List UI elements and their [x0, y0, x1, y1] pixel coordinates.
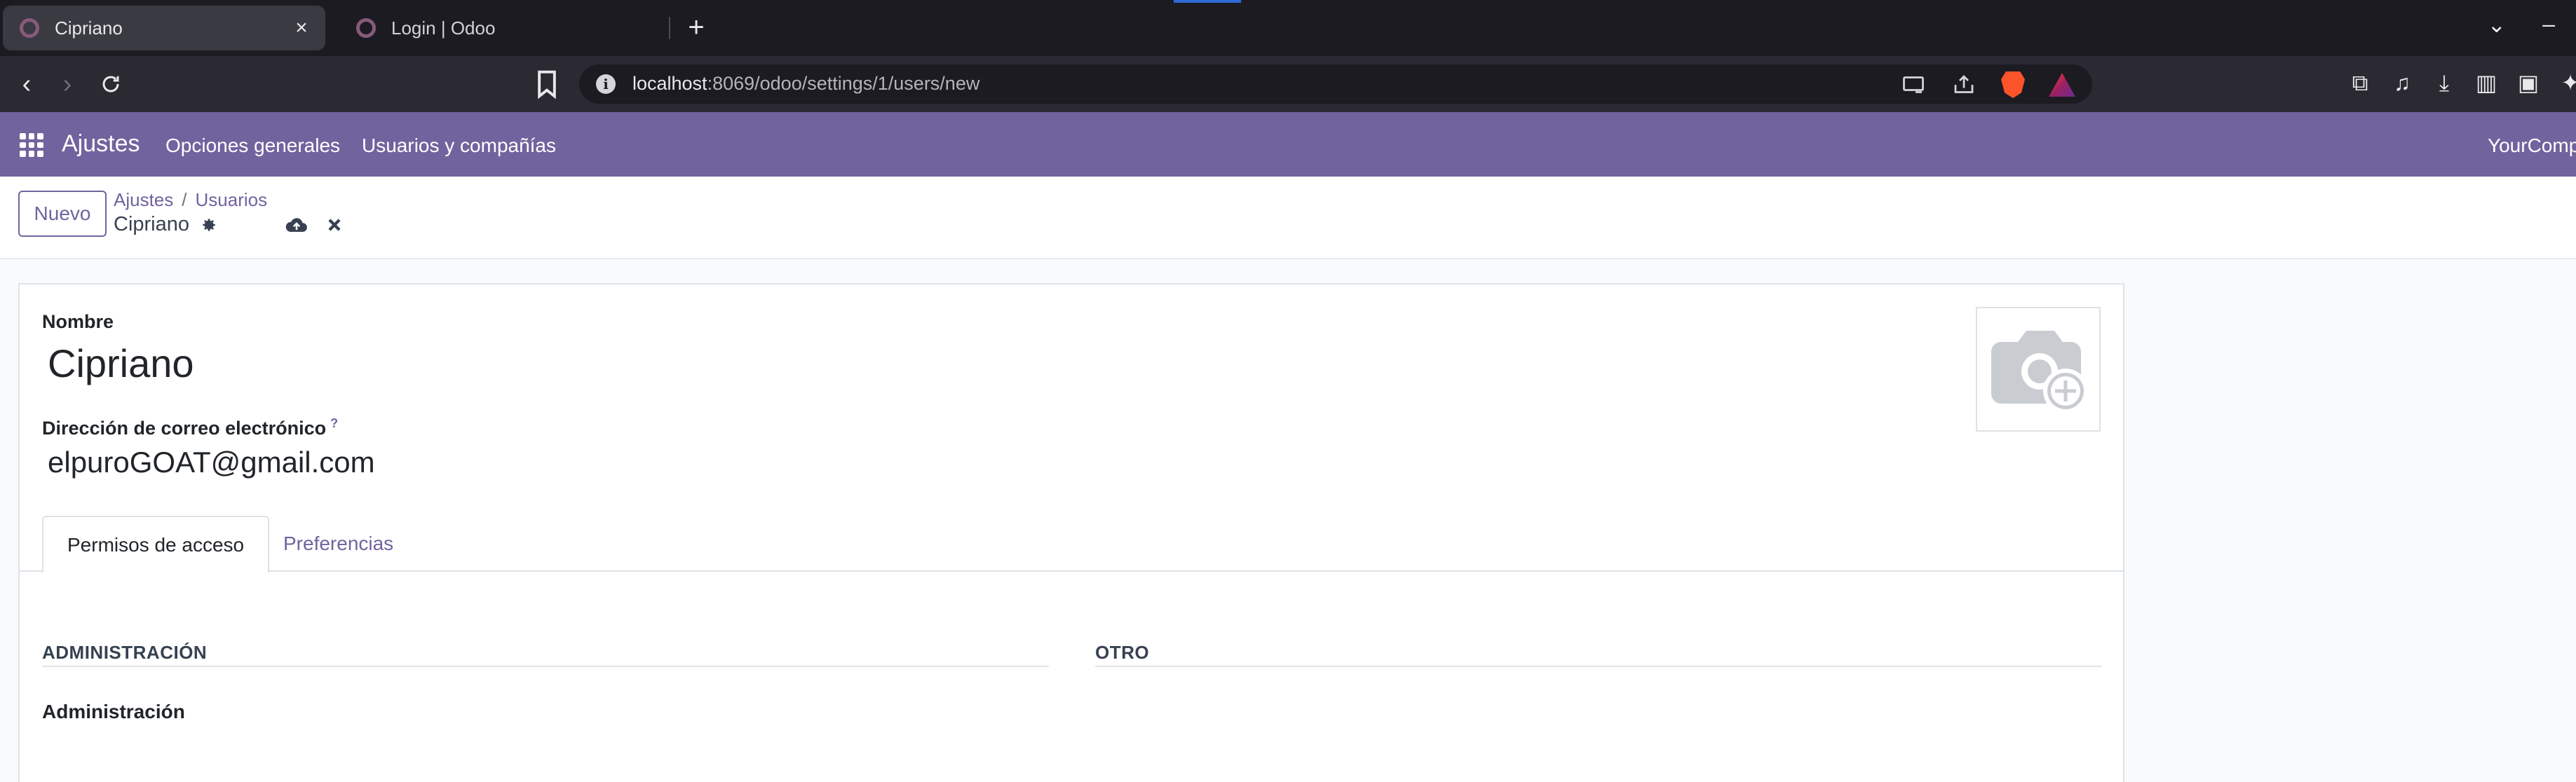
camera-plus-icon [1991, 331, 2088, 413]
browser-tab-title: Cipriano [55, 17, 123, 39]
cast-icon[interactable] [1900, 72, 1927, 97]
loading-indicator [1174, 0, 1241, 3]
apps-grid-icon[interactable] [20, 133, 43, 157]
email-label: Dirección de correo electrónico? [42, 416, 338, 439]
breadcrumb: Ajustes / Usuarios [114, 189, 267, 211]
cloud-upload-icon[interactable] [285, 214, 309, 235]
extension-icons: ⧉ ♫ ⤓ ▥ ▣ ✦ [2347, 69, 2576, 97]
name-label: Nombre [42, 311, 114, 332]
close-tab-icon[interactable]: × [287, 16, 316, 40]
breadcrumb-usuarios[interactable]: Usuarios [196, 189, 268, 210]
address-bar-actions [1900, 71, 2075, 98]
section-title-administracion: ADMINISTRACIÓN [42, 642, 208, 663]
record-name: Cipriano [114, 213, 189, 235]
share-icon[interactable] [1951, 72, 1977, 97]
browser-tab-login[interactable]: Login | Odoo [339, 6, 669, 50]
close-icon[interactable] [323, 214, 346, 235]
menu-usuarios-y-companias[interactable]: Usuarios y compañías [362, 135, 556, 157]
gear-icon[interactable] [199, 216, 217, 234]
current-record: Cipriano [114, 213, 217, 236]
browser-tab-strip: Cipriano × Login | Odoo + ⌄ – [0, 0, 2576, 56]
browser-toolbar: ‹ › i localhost:8069/odoo/settings/1/use… [0, 56, 2576, 112]
browser-tab-title: Login | Odoo [391, 17, 496, 39]
form-sheet: Nombre Cipriano Dirección de correo elec… [18, 283, 2124, 782]
sidebar-icon[interactable]: ▥ [2474, 69, 2499, 97]
odoo-favicon-icon [356, 18, 376, 38]
email-label-text: Dirección de correo electrónico [42, 418, 327, 439]
browser-tab-cipriano[interactable]: Cipriano × [3, 6, 325, 50]
leo-ai-icon[interactable]: ✦ [2558, 69, 2576, 97]
company-switcher[interactable]: YourCompany [2488, 135, 2576, 157]
new-record-button[interactable]: Nuevo [18, 191, 107, 237]
minimize-window-icon[interactable]: – [2542, 11, 2555, 38]
tab-separator [669, 17, 670, 39]
administracion-field-label: Administración [42, 701, 185, 722]
help-tooltip-icon[interactable]: ? [330, 416, 338, 430]
breadcrumb-separator: / [182, 189, 187, 210]
window-controls: ⌄ – [2487, 11, 2555, 38]
new-tab-button[interactable]: + [679, 10, 714, 45]
download-icon[interactable]: ⤓ [2432, 69, 2457, 97]
brave-rewards-icon[interactable] [2049, 73, 2075, 97]
app-brand[interactable]: Ajustes [62, 130, 140, 158]
wallet-icon[interactable]: ▣ [2516, 69, 2541, 97]
forward-icon[interactable]: › [49, 66, 86, 102]
media-music-icon[interactable]: ♫ [2389, 69, 2415, 97]
back-icon[interactable]: ‹ [8, 66, 45, 102]
avatar-upload[interactable] [1976, 307, 2101, 432]
section-title-otro: OTRO [1095, 642, 1150, 663]
name-input[interactable]: Cipriano [48, 341, 194, 386]
extensions-puzzle-icon[interactable]: ⧉ [2347, 69, 2373, 97]
menu-opciones-generales[interactable]: Opciones generales [165, 135, 340, 157]
breadcrumb-ajustes[interactable]: Ajustes [114, 189, 173, 210]
odoo-favicon-icon [20, 18, 39, 38]
bookmark-icon[interactable] [529, 66, 565, 102]
brave-shields-icon[interactable] [2001, 71, 2025, 98]
notebook-tabs: Permisos de acceso Preferencias [20, 516, 2123, 573]
control-panel: Nuevo Ajustes / Usuarios Cipriano [0, 177, 2576, 259]
reload-icon[interactable] [93, 66, 129, 102]
section-divider [1095, 666, 2102, 667]
address-bar[interactable]: i localhost:8069/odoo/settings/1/users/n… [579, 64, 2092, 104]
odoo-main-navbar: Ajustes Opciones generales Usuarios y co… [0, 112, 2576, 177]
section-divider [42, 666, 1049, 667]
tab-preferencias[interactable]: Preferencias [259, 516, 417, 573]
tab-permisos-de-acceso[interactable]: Permisos de acceso [42, 516, 270, 573]
site-info-icon[interactable]: i [596, 74, 616, 94]
url-text[interactable]: localhost:8069/odoo/settings/1/users/new [632, 73, 979, 95]
tab-list-chevron-icon[interactable]: ⌄ [2487, 11, 2506, 38]
email-input[interactable]: elpuroGOAT@gmail.com [48, 446, 375, 479]
